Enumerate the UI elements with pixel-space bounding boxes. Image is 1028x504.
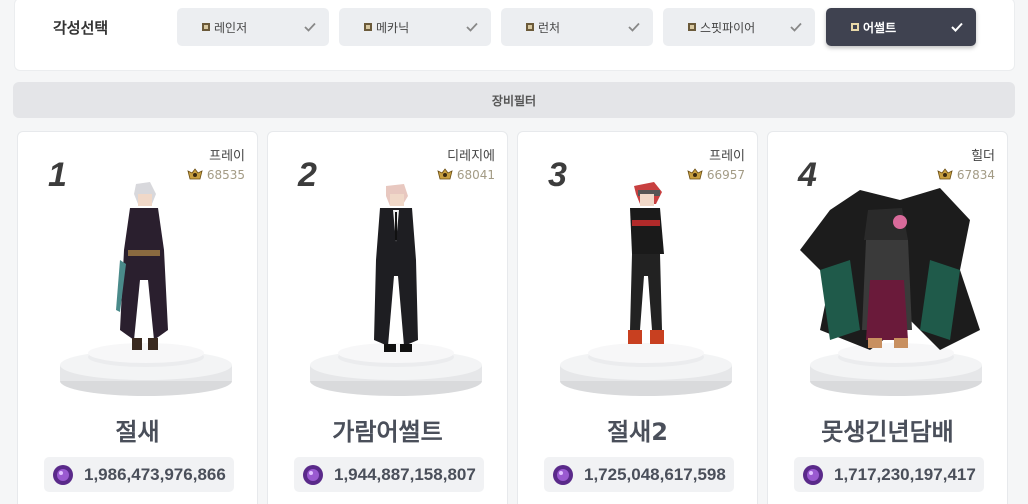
rank-number: 1	[48, 156, 67, 194]
score-value: 68041	[456, 168, 495, 182]
score-value: 66957	[706, 168, 745, 182]
awakening-option-mechanic[interactable]: 메카닉	[339, 8, 491, 46]
awakening-option-label: 레인저	[214, 20, 248, 35]
rank-number: 2	[298, 156, 317, 194]
ranking-card[interactable]: 4 힐더 67834 못생긴년담배 1,717,230,197,417	[767, 131, 1008, 504]
server-name: 디레지에	[447, 149, 495, 164]
awakening-option-ranger[interactable]: 레인저	[177, 8, 329, 46]
score-group: 66957	[687, 168, 745, 182]
power-orb-icon	[303, 464, 323, 485]
combat-power: 1,725,048,617,598	[544, 457, 734, 492]
combat-power-value: 1,986,473,976,866	[84, 464, 226, 484]
character-name: 절새2	[607, 418, 668, 446]
class-icon	[851, 23, 859, 31]
character-name: 가람어썰트	[332, 418, 443, 446]
score-value: 68535	[206, 168, 245, 182]
character-avatar	[800, 188, 980, 350]
character-avatar	[116, 182, 168, 350]
server-name: 프레이	[709, 149, 745, 164]
ranking-card[interactable]: 3 프레이 66957 절새2 1,725,048,617,598	[517, 131, 758, 504]
awakening-option-label: 어썰트	[863, 20, 897, 35]
awakening-option-label: 스핏파이어	[700, 20, 756, 35]
server-name: 프레이	[209, 149, 245, 164]
awakening-label: 각성선택	[53, 19, 109, 37]
class-icon	[526, 23, 534, 31]
power-orb-icon	[553, 464, 573, 485]
server-name: 힐더	[971, 149, 995, 164]
combat-power-value: 1,725,048,617,598	[584, 464, 726, 484]
character-name: 절새	[115, 418, 160, 446]
rank-number: 3	[548, 156, 567, 194]
combat-power: 1,944,887,158,807	[294, 457, 484, 492]
awakening-option-label: 메카닉	[376, 20, 410, 35]
awakening-option-launcher[interactable]: 런처	[501, 8, 653, 46]
ranking-card[interactable]: 1 프레이 68535 절새 1,986,473,976,866	[17, 131, 258, 504]
combat-power: 1,717,230,197,417	[794, 457, 984, 492]
character-name: 못생긴년담배	[821, 418, 954, 446]
awakening-option-spitfire[interactable]: 스핏파이어	[663, 8, 815, 46]
character-avatar	[628, 182, 664, 344]
awakening-option-assault[interactable]: 어썰트	[826, 8, 976, 46]
laurel-badge-icon	[687, 168, 703, 180]
laurel-badge-icon	[437, 168, 453, 180]
score-group: 68041	[437, 168, 495, 182]
class-icon	[202, 23, 210, 31]
class-icon	[364, 23, 372, 31]
combat-power-value: 1,717,230,197,417	[834, 464, 976, 484]
awakening-panel: 각성선택 레인저 메카닉 런처 스핏파이어 어썰트	[14, 0, 1015, 71]
power-orb-icon	[53, 464, 73, 485]
laurel-badge-icon	[187, 168, 203, 180]
awakening-option-label: 런처	[538, 20, 561, 35]
character-avatar	[374, 184, 418, 352]
equipment-filter-button[interactable]: 장비필터	[13, 82, 1015, 118]
check-icon	[790, 22, 802, 32]
score-group: 68535	[187, 168, 245, 182]
combat-power: 1,986,473,976,866	[44, 457, 234, 492]
check-icon	[951, 22, 963, 32]
check-icon	[628, 22, 640, 32]
check-icon	[304, 22, 316, 32]
class-icon	[688, 23, 696, 31]
ranking-card[interactable]: 2 디레지에 68041 가람어썰트 1,944,887,158,807	[267, 131, 508, 504]
check-icon	[466, 22, 478, 32]
combat-power-value: 1,944,887,158,807	[334, 464, 476, 484]
power-orb-icon	[803, 464, 823, 485]
